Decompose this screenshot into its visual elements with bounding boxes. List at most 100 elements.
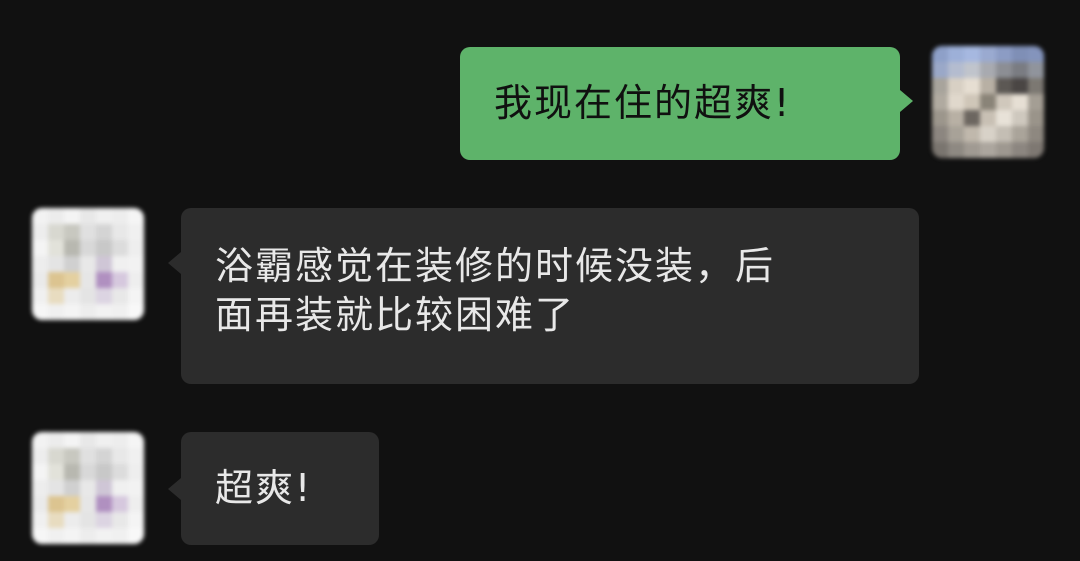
avatar-pixel	[980, 142, 996, 158]
avatar-pixel	[1012, 78, 1028, 94]
contact-avatar[interactable]	[32, 432, 144, 544]
bubble-tail	[168, 252, 181, 274]
message-bubble-incoming[interactable]: 浴霸感觉在装修的时候没装，后 面再装就比较困难了	[181, 208, 919, 384]
bubble-tail	[900, 90, 913, 112]
avatar-pixel	[96, 288, 112, 304]
chat-window: 我现在住的超爽! 浴霸感觉在装修的时候没装，后 面再装就比较困难了 超爽!	[0, 0, 1080, 561]
avatar-pixel	[932, 94, 948, 110]
avatar-pixel	[64, 256, 80, 272]
avatar-pixel	[64, 240, 80, 256]
bubble-tail	[168, 478, 181, 500]
avatar-pixel	[1012, 94, 1028, 110]
avatar-pixel	[80, 512, 96, 528]
avatar-pixel	[932, 78, 948, 94]
avatar-pixel	[112, 272, 128, 288]
avatar-pixel	[996, 94, 1012, 110]
avatar-pixel	[80, 464, 96, 480]
avatar-pixel	[996, 78, 1012, 94]
avatar-pixel	[96, 208, 112, 224]
message-text-line: 面再装就比较困难了	[215, 293, 576, 337]
avatar-pixel	[112, 240, 128, 256]
avatar-pixel	[64, 496, 80, 512]
avatar-pixel	[1028, 142, 1044, 158]
avatar-pixel	[128, 272, 144, 288]
message-bubble-incoming[interactable]: 超爽!	[181, 432, 379, 545]
message-text: 超爽!	[215, 466, 313, 510]
avatar-pixel	[128, 464, 144, 480]
avatar-pixel	[128, 208, 144, 224]
avatar-pixel	[128, 496, 144, 512]
avatar-pixel	[128, 224, 144, 240]
avatar-pixel	[96, 512, 112, 528]
avatar-pixel	[64, 464, 80, 480]
avatar-pixel	[1028, 46, 1044, 62]
avatar-pixel	[112, 496, 128, 512]
avatar-pixel	[932, 126, 948, 142]
avatar-pixel	[1012, 62, 1028, 78]
avatar-pixel	[80, 256, 96, 272]
avatar-pixel	[96, 496, 112, 512]
avatar-pixel	[980, 78, 996, 94]
avatar-pixel	[48, 224, 64, 240]
avatar-pixel	[64, 288, 80, 304]
avatar-pixel	[80, 432, 96, 448]
avatar-pixel	[964, 94, 980, 110]
avatar-pixel	[948, 78, 964, 94]
avatar-pixel	[996, 62, 1012, 78]
avatar-pixel	[932, 110, 948, 126]
avatar-pixel	[48, 512, 64, 528]
avatar-pixel	[96, 224, 112, 240]
avatar-pixel	[80, 496, 96, 512]
avatar-pixel	[32, 224, 48, 240]
avatar-pixel	[64, 512, 80, 528]
avatar-pixel	[48, 432, 64, 448]
avatar-pixel	[964, 110, 980, 126]
avatar-pixel	[32, 304, 48, 320]
avatar-pixel	[112, 480, 128, 496]
message-text: 我现在住的超爽!	[494, 81, 792, 125]
avatar-pixel	[964, 46, 980, 62]
avatar-pixel	[964, 142, 980, 158]
avatar-pixel	[112, 432, 128, 448]
avatar-pixel	[980, 94, 996, 110]
avatar-pixel	[64, 528, 80, 544]
avatar-pixel	[48, 464, 64, 480]
avatar-pixel	[48, 288, 64, 304]
avatar-pixel	[932, 46, 948, 62]
avatar-pixel	[980, 62, 996, 78]
avatar-pixel	[80, 208, 96, 224]
avatar-pixel	[64, 448, 80, 464]
avatar-pixel	[64, 224, 80, 240]
my-avatar[interactable]	[932, 46, 1044, 158]
message-bubble-outgoing[interactable]: 我现在住的超爽!	[460, 47, 900, 160]
avatar-pixel	[128, 432, 144, 448]
avatar-pixel	[128, 448, 144, 464]
avatar-pixel	[64, 272, 80, 288]
avatar-pixel	[112, 528, 128, 544]
avatar-pixel	[948, 126, 964, 142]
avatar-pixel	[128, 288, 144, 304]
avatar-pixel	[948, 46, 964, 62]
contact-avatar[interactable]	[32, 208, 144, 320]
avatar-pixel	[32, 256, 48, 272]
avatar-pixel	[32, 464, 48, 480]
avatar-pixel	[1028, 78, 1044, 94]
avatar-pixel	[1028, 110, 1044, 126]
avatar-pixel	[96, 528, 112, 544]
avatar-pixel	[96, 272, 112, 288]
avatar-pixel	[1012, 142, 1028, 158]
avatar-pixel	[996, 46, 1012, 62]
avatar-pixel	[48, 272, 64, 288]
avatar-pixel	[996, 142, 1012, 158]
avatar-pixel	[948, 62, 964, 78]
avatar-pixel	[80, 304, 96, 320]
avatar-pixel	[128, 256, 144, 272]
avatar-pixel	[1028, 94, 1044, 110]
avatar-pixel	[80, 224, 96, 240]
avatar-pixel	[128, 512, 144, 528]
avatar-pixel	[996, 110, 1012, 126]
avatar-pixel	[64, 208, 80, 224]
avatar-pixel	[1028, 62, 1044, 78]
avatar-pixel	[80, 272, 96, 288]
avatar-pixel	[112, 288, 128, 304]
